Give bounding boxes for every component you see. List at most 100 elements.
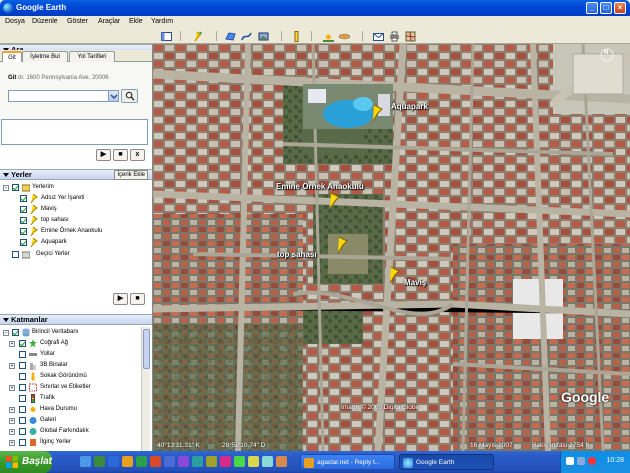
checkbox[interactable] bbox=[20, 206, 27, 213]
kindergarten-placemark[interactable] bbox=[327, 192, 343, 210]
tray-network-icon[interactable] bbox=[577, 457, 585, 465]
tab-directions[interactable]: Yol Tarifleri bbox=[69, 51, 115, 62]
checkbox[interactable] bbox=[20, 228, 27, 235]
checkbox[interactable] bbox=[20, 239, 27, 246]
quicklaunch-mail-icon[interactable] bbox=[122, 456, 133, 467]
menu-help[interactable]: Yardım bbox=[151, 18, 173, 25]
sun-icon[interactable] bbox=[322, 30, 334, 42]
tray-speaker-icon[interactable] bbox=[566, 457, 574, 465]
tree-item-place[interactable]: top sahası bbox=[0, 215, 150, 226]
quicklaunch-app-icon[interactable] bbox=[248, 456, 259, 467]
checkbox[interactable] bbox=[19, 340, 26, 347]
clock[interactable]: 10:28 bbox=[606, 457, 624, 464]
expand-toggle[interactable]: + bbox=[9, 440, 15, 446]
map-view[interactable]: Aquapark Emine Örnek Anaokulu top sahası… bbox=[152, 44, 630, 451]
checkbox[interactable] bbox=[20, 217, 27, 224]
tree-item-layer[interactable]: Trafik bbox=[0, 393, 140, 404]
quicklaunch-app-icon[interactable] bbox=[262, 456, 273, 467]
maximize-button[interactable]: □ bbox=[600, 2, 612, 14]
expand-toggle[interactable]: + bbox=[9, 341, 15, 347]
quicklaunch-app-icon[interactable] bbox=[178, 456, 189, 467]
tree-item-layer-root[interactable]: − Birincil Veritabanı bbox=[0, 327, 140, 338]
tab-find-business[interactable]: İşletme Bul bbox=[22, 51, 68, 62]
expand-toggle[interactable]: + bbox=[9, 429, 15, 435]
quicklaunch-app-icon[interactable] bbox=[150, 456, 161, 467]
search-results[interactable] bbox=[1, 119, 148, 145]
checkbox[interactable] bbox=[19, 395, 26, 402]
places-play-button[interactable]: ▶ bbox=[113, 293, 128, 305]
expand-toggle[interactable]: + bbox=[9, 418, 15, 424]
mavis-label[interactable]: Maviş bbox=[404, 278, 426, 287]
tree-item-layer[interactable]: Yollar bbox=[0, 349, 140, 360]
tree-item-temporary-places[interactable]: Geçici Yerler bbox=[0, 249, 150, 260]
layers-scrollbar[interactable] bbox=[141, 327, 150, 451]
quicklaunch-app-icon[interactable] bbox=[276, 456, 287, 467]
ruler-icon[interactable] bbox=[290, 30, 302, 42]
places-stop-button[interactable]: ■ bbox=[130, 293, 145, 305]
taskbar-button-google-earth[interactable]: Google Earth bbox=[399, 454, 494, 470]
checkbox[interactable] bbox=[19, 406, 26, 413]
image-overlay-icon[interactable] bbox=[257, 30, 269, 42]
quicklaunch-ie-icon[interactable] bbox=[80, 456, 91, 467]
sidebar-icon[interactable] bbox=[160, 30, 172, 42]
planet-icon[interactable] bbox=[338, 30, 350, 42]
expand-toggle[interactable]: − bbox=[3, 185, 9, 191]
expand-toggle[interactable]: − bbox=[3, 330, 9, 336]
tree-item-my-places[interactable]: − Yerlerim bbox=[0, 182, 150, 193]
checkbox[interactable] bbox=[19, 428, 26, 435]
checkbox[interactable] bbox=[19, 362, 26, 369]
map-view-icon[interactable] bbox=[404, 30, 416, 42]
search-input[interactable] bbox=[8, 90, 119, 102]
email-icon[interactable] bbox=[372, 30, 384, 42]
expand-toggle[interactable]: + bbox=[9, 407, 15, 413]
tree-item-layer[interactable]: + İlginç Yerler bbox=[0, 437, 140, 448]
minimize-button[interactable]: _ bbox=[586, 2, 598, 14]
tour-play-button[interactable]: ▶ bbox=[96, 149, 111, 161]
expand-toggle[interactable]: + bbox=[9, 385, 15, 391]
mavis-placemark[interactable] bbox=[387, 266, 403, 284]
quicklaunch-app-icon[interactable] bbox=[220, 456, 231, 467]
menu-file[interactable]: Dosya bbox=[5, 18, 25, 25]
quicklaunch-app-icon[interactable] bbox=[234, 456, 245, 467]
search-button[interactable] bbox=[121, 89, 138, 103]
tree-item-layer[interactable]: +3B Binalar bbox=[0, 360, 140, 371]
checkbox[interactable] bbox=[19, 351, 26, 358]
scrollbar-thumb[interactable] bbox=[143, 329, 150, 369]
layers-panel-header[interactable]: Katmanlar bbox=[0, 314, 152, 325]
start-button[interactable]: Başlat bbox=[0, 451, 52, 473]
menu-edit[interactable]: Düzenle bbox=[32, 18, 58, 25]
aquapark-label[interactable]: Aquapark bbox=[391, 102, 428, 111]
taskbar-button-browser[interactable]: agaclar.net - Reply t... bbox=[300, 454, 395, 470]
tree-item-layer[interactable]: + Sınırlar ve Etiketler bbox=[0, 382, 140, 393]
tray-alert-icon[interactable] bbox=[588, 457, 596, 465]
tree-item-place[interactable]: Maviş bbox=[0, 204, 150, 215]
checkbox[interactable] bbox=[19, 373, 26, 380]
menu-add[interactable]: Ekle bbox=[129, 18, 143, 25]
field-placemark[interactable] bbox=[335, 236, 351, 254]
navigation-control[interactable]: N bbox=[591, 48, 627, 66]
field-label[interactable]: top sahası bbox=[277, 250, 317, 259]
close-button[interactable]: × bbox=[614, 2, 626, 14]
quicklaunch-app-icon[interactable] bbox=[206, 456, 217, 467]
tree-item-layer[interactable]: + Galeri bbox=[0, 415, 140, 426]
polygon-icon[interactable] bbox=[224, 30, 236, 42]
quicklaunch-desktop-icon[interactable] bbox=[94, 456, 105, 467]
placemark-icon[interactable] bbox=[191, 30, 203, 42]
print-icon[interactable] bbox=[388, 30, 400, 42]
checkbox[interactable] bbox=[12, 329, 19, 336]
places-panel-header[interactable]: Yerler İçerik Ekle bbox=[0, 169, 152, 180]
tree-item-place[interactable]: Emine Örnek Anaokulu bbox=[0, 226, 150, 237]
search-dropdown-button[interactable] bbox=[108, 91, 118, 101]
tree-item-layer[interactable]: + Hava Durumu bbox=[0, 404, 140, 415]
tree-item-place[interactable]: Adsız Yer İşareti bbox=[0, 193, 150, 204]
compass-north[interactable]: N bbox=[604, 50, 608, 56]
expand-toggle[interactable]: + bbox=[9, 363, 15, 369]
tree-item-layer[interactable]: Sokak Görünümü bbox=[0, 371, 140, 382]
quicklaunch-word-icon[interactable] bbox=[108, 456, 119, 467]
checkbox[interactable] bbox=[19, 417, 26, 424]
add-content-button[interactable]: İçerik Ekle bbox=[114, 170, 148, 180]
quicklaunch-excel-icon[interactable] bbox=[136, 456, 147, 467]
tree-item-place[interactable]: Aquapark bbox=[0, 237, 150, 248]
checkbox[interactable] bbox=[19, 384, 26, 391]
menu-view[interactable]: Göster bbox=[67, 18, 88, 25]
